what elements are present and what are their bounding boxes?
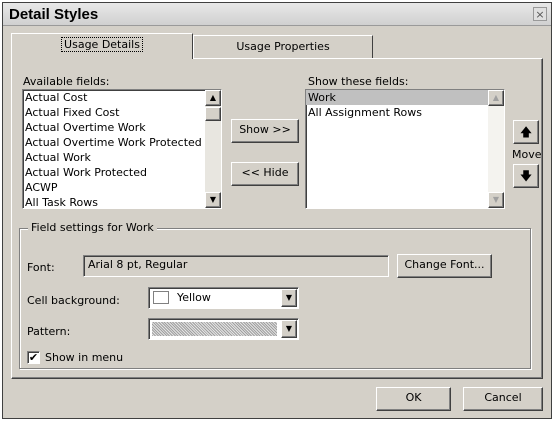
tab-usage-details-label: Usage Details [61,37,143,52]
available-fields-scrollbar[interactable]: ▲ ▼ [205,90,221,208]
available-fields-items: Actual Cost Actual Fixed Cost Actual Overt… [23,90,221,208]
list-item[interactable]: All Assignment Rows [306,105,504,120]
show-in-menu-label: Show in menu [45,351,124,364]
ok-button[interactable]: OK [376,387,451,411]
chevron-down-icon[interactable]: ▼ [281,289,297,307]
change-font-button[interactable]: Change Font... [397,254,492,278]
cell-background-label: Cell background: [27,294,120,307]
list-item[interactable]: Actual Work [23,150,221,165]
list-item[interactable]: All Task Rows [23,195,221,208]
scroll-thumb[interactable] [205,107,221,121]
show-fields-list[interactable]: Work All Assignment Rows ▲ ▼ [305,89,505,209]
move-down-button[interactable]: 🡇 [513,164,539,188]
chevron-down-icon[interactable]: ▼ [281,320,297,338]
list-item[interactable]: Work [306,90,504,105]
show-button[interactable]: Show >> [231,119,299,143]
scroll-down-icon[interactable]: ▼ [205,192,221,208]
list-item[interactable]: Actual Overtime Work Protected [23,135,221,150]
font-display: Arial 8 pt, Regular [83,255,389,277]
list-item[interactable]: Actual Fixed Cost [23,105,221,120]
list-item[interactable]: Actual Overtime Work [23,120,221,135]
color-swatch [153,291,169,304]
list-item[interactable]: Actual Work Protected [23,165,221,180]
dialog-title: Detail Styles [9,6,99,23]
cell-background-select[interactable]: Yellow ▼ [148,287,299,309]
tab-usage-properties[interactable]: Usage Properties [193,35,373,59]
scroll-up-icon[interactable]: ▲ [488,90,504,106]
available-fields-list[interactable]: Actual Cost Actual Fixed Cost Actual Overt… [22,89,222,209]
cell-background-value: Yellow [177,291,211,304]
detail-styles-dialog: Detail Styles × Usage Details Usage Prop… [2,2,552,419]
show-fields-items: Work All Assignment Rows [306,90,504,120]
tab-usage-details[interactable]: Usage Details [11,33,193,59]
move-up-button[interactable]: 🡅 [513,120,539,144]
pattern-preview [152,322,277,336]
tab-usage-properties-label: Usage Properties [236,40,330,53]
field-settings-legend: Field settings for Work [28,221,157,234]
title-bar: Detail Styles × [3,3,551,26]
scroll-up-icon[interactable]: ▲ [205,90,221,106]
close-icon[interactable]: × [533,7,547,21]
available-fields-label: Available fields: [23,75,110,88]
font-label: Font: [27,261,55,274]
scroll-down-icon[interactable]: ▼ [488,192,504,208]
arrow-up-icon: 🡅 [519,125,533,139]
list-item[interactable]: ACWP [23,180,221,195]
cancel-button[interactable]: Cancel [463,387,543,411]
hide-button[interactable]: << Hide [231,162,299,186]
arrow-down-icon: 🡇 [519,169,533,183]
pattern-label: Pattern: [27,325,71,338]
move-label: Move [512,148,542,161]
show-in-menu-checkbox[interactable]: ✔ [27,351,40,364]
checkmark-icon: ✔ [28,351,39,364]
show-fields-scrollbar[interactable]: ▲ ▼ [488,90,504,208]
list-item[interactable]: Actual Cost [23,90,221,105]
pattern-select[interactable]: ▼ [148,318,299,340]
show-fields-label: Show these fields: [308,75,409,88]
